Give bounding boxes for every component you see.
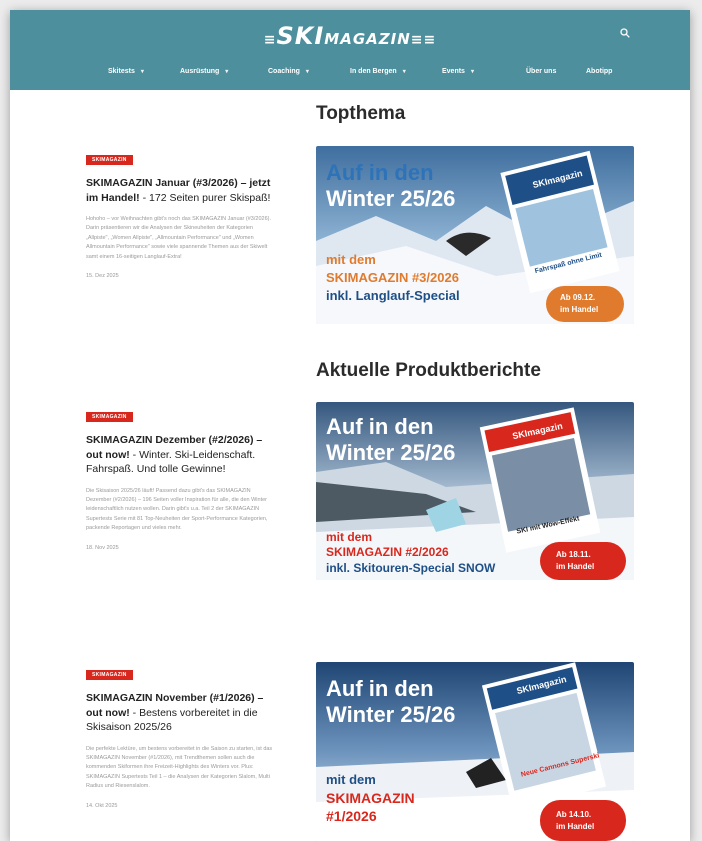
nav-label: Über uns: [526, 68, 557, 75]
banner-line: mit dem: [326, 530, 373, 544]
nav-label: Abotipp: [586, 68, 613, 75]
article-excerpt: Hohoho – vor Weihnachten gibt's noch das…: [86, 216, 271, 260]
nav-item-skitests[interactable]: Skitests ▾: [108, 68, 144, 75]
article-date: 14. Okt 2025: [86, 802, 118, 809]
site-header: ≡SKIMAGAZIN≡≡ Skitests ▾ Ausrüstung ▾ Coac…: [10, 10, 690, 90]
banner-badge: Ab 09.12.: [560, 293, 596, 302]
chevron-down-icon: ▾: [140, 69, 144, 75]
banner-headline: Auf in den: [326, 414, 434, 439]
banner-line: inkl. Langlauf-Special: [326, 288, 460, 303]
banner-headline: Auf in den: [326, 676, 434, 701]
article-banner-image[interactable]: Auf in den Winter 25/26 mit dem SKIMAGAZ…: [316, 402, 634, 580]
article-date: 15. Dez 2025: [86, 273, 119, 280]
chevron-down-icon: ▾: [402, 69, 406, 75]
article-title[interactable]: SKIMAGAZIN November (#1/2026) – out now!…: [86, 691, 276, 735]
chevron-down-icon: ▾: [225, 69, 229, 75]
banner-line: SKIMAGAZIN #3/2026: [326, 270, 459, 285]
nav-item-ueber-uns[interactable]: Über uns: [526, 68, 556, 75]
banner-badge: im Handel: [560, 305, 599, 314]
nav-label: Events: [442, 68, 465, 75]
search-icon[interactable]: [620, 28, 630, 38]
article-title[interactable]: SKIMAGAZIN Dezember (#2/2026) – out now!…: [86, 433, 276, 477]
logo-rest: MAGAZIN: [324, 30, 411, 48]
nav-item-coaching[interactable]: Coaching ▾: [268, 68, 309, 75]
banner-headline: Winter 25/26: [326, 702, 456, 727]
nav-label: Ausrüstung: [180, 68, 220, 75]
logo-prefix: ≡: [263, 32, 277, 48]
article-title-rest: - 172 Seiten purer Skispaß!: [139, 191, 271, 204]
page: ≡SKIMAGAZIN≡≡ Skitests ▾ Ausrüstung ▾ Coac…: [10, 10, 690, 841]
section-title-produktberichte: Aktuelle Produktberichte: [316, 360, 541, 381]
nav-item-abotipp[interactable]: Abotipp: [586, 68, 612, 75]
chevron-down-icon: ▾: [305, 69, 309, 75]
banner-headline: Winter 25/26: [326, 440, 456, 465]
article-card: SKIMAGAZIN SKIMAGAZIN November (#1/2026)…: [86, 663, 276, 809]
nav-item-ausruestung[interactable]: Ausrüstung ▾: [180, 68, 228, 75]
nav-item-events[interactable]: Events ▾: [442, 68, 474, 75]
site-logo[interactable]: ≡SKIMAGAZIN≡≡: [10, 22, 690, 50]
article-title[interactable]: SKIMAGAZIN Januar (#3/2026) – jetzt im H…: [86, 176, 276, 205]
nav-label: In den Bergen: [350, 68, 397, 75]
category-tag[interactable]: SKIMAGAZIN: [86, 670, 133, 680]
article-excerpt: Die Skisaison 2025/26 läuft! Passend daz…: [86, 487, 268, 532]
banner-line: SKIMAGAZIN #2/2026: [326, 545, 449, 559]
logo-ski: SKI: [276, 22, 325, 50]
section-title-topthema: Topthema: [316, 103, 406, 124]
main-nav: Skitests ▾ Ausrüstung ▾ Coaching ▾ In den B…: [10, 68, 690, 82]
category-tag[interactable]: SKIMAGAZIN: [86, 155, 133, 165]
article-excerpt: Die perfekte Lektüre, um bestens vorbere…: [86, 745, 273, 790]
banner-badge: Ab 14.10.: [556, 810, 592, 819]
nav-item-in-den-bergen[interactable]: In den Bergen ▾: [350, 68, 406, 75]
article-date: 18. Nov 2025: [86, 544, 119, 551]
banner-badge: im Handel: [556, 562, 595, 571]
banner-line: #1/2026: [326, 808, 377, 824]
category-tag[interactable]: SKIMAGAZIN: [86, 412, 133, 422]
article-banner-image[interactable]: Auf in den Winter 25/26 mit dem SKIMAGAZ…: [316, 662, 634, 841]
banner-line: mit dem: [326, 772, 376, 787]
banner-headline: Auf in den: [326, 160, 434, 185]
banner-line: inkl. Skitouren-Special SNOW: [326, 561, 496, 575]
article-banner-image[interactable]: Auf in den Winter 25/26 mit dem SKIMAGAZ…: [316, 146, 634, 324]
logo-suffix: ≡≡: [410, 32, 437, 48]
chevron-down-icon: ▾: [470, 69, 474, 75]
nav-label: Skitests: [108, 68, 135, 75]
banner-badge: im Handel: [556, 822, 595, 831]
article-card: SKIMAGAZIN SKIMAGAZIN Januar (#3/2026) –…: [86, 148, 276, 279]
banner-headline: Winter 25/26: [326, 186, 456, 211]
article-card: SKIMAGAZIN SKIMAGAZIN Dezember (#2/2026)…: [86, 405, 276, 551]
nav-label: Coaching: [268, 68, 300, 75]
banner-line: SKIMAGAZIN: [326, 790, 415, 806]
banner-badge: Ab 18.11.: [556, 550, 591, 559]
banner-line: mit dem: [326, 252, 376, 267]
